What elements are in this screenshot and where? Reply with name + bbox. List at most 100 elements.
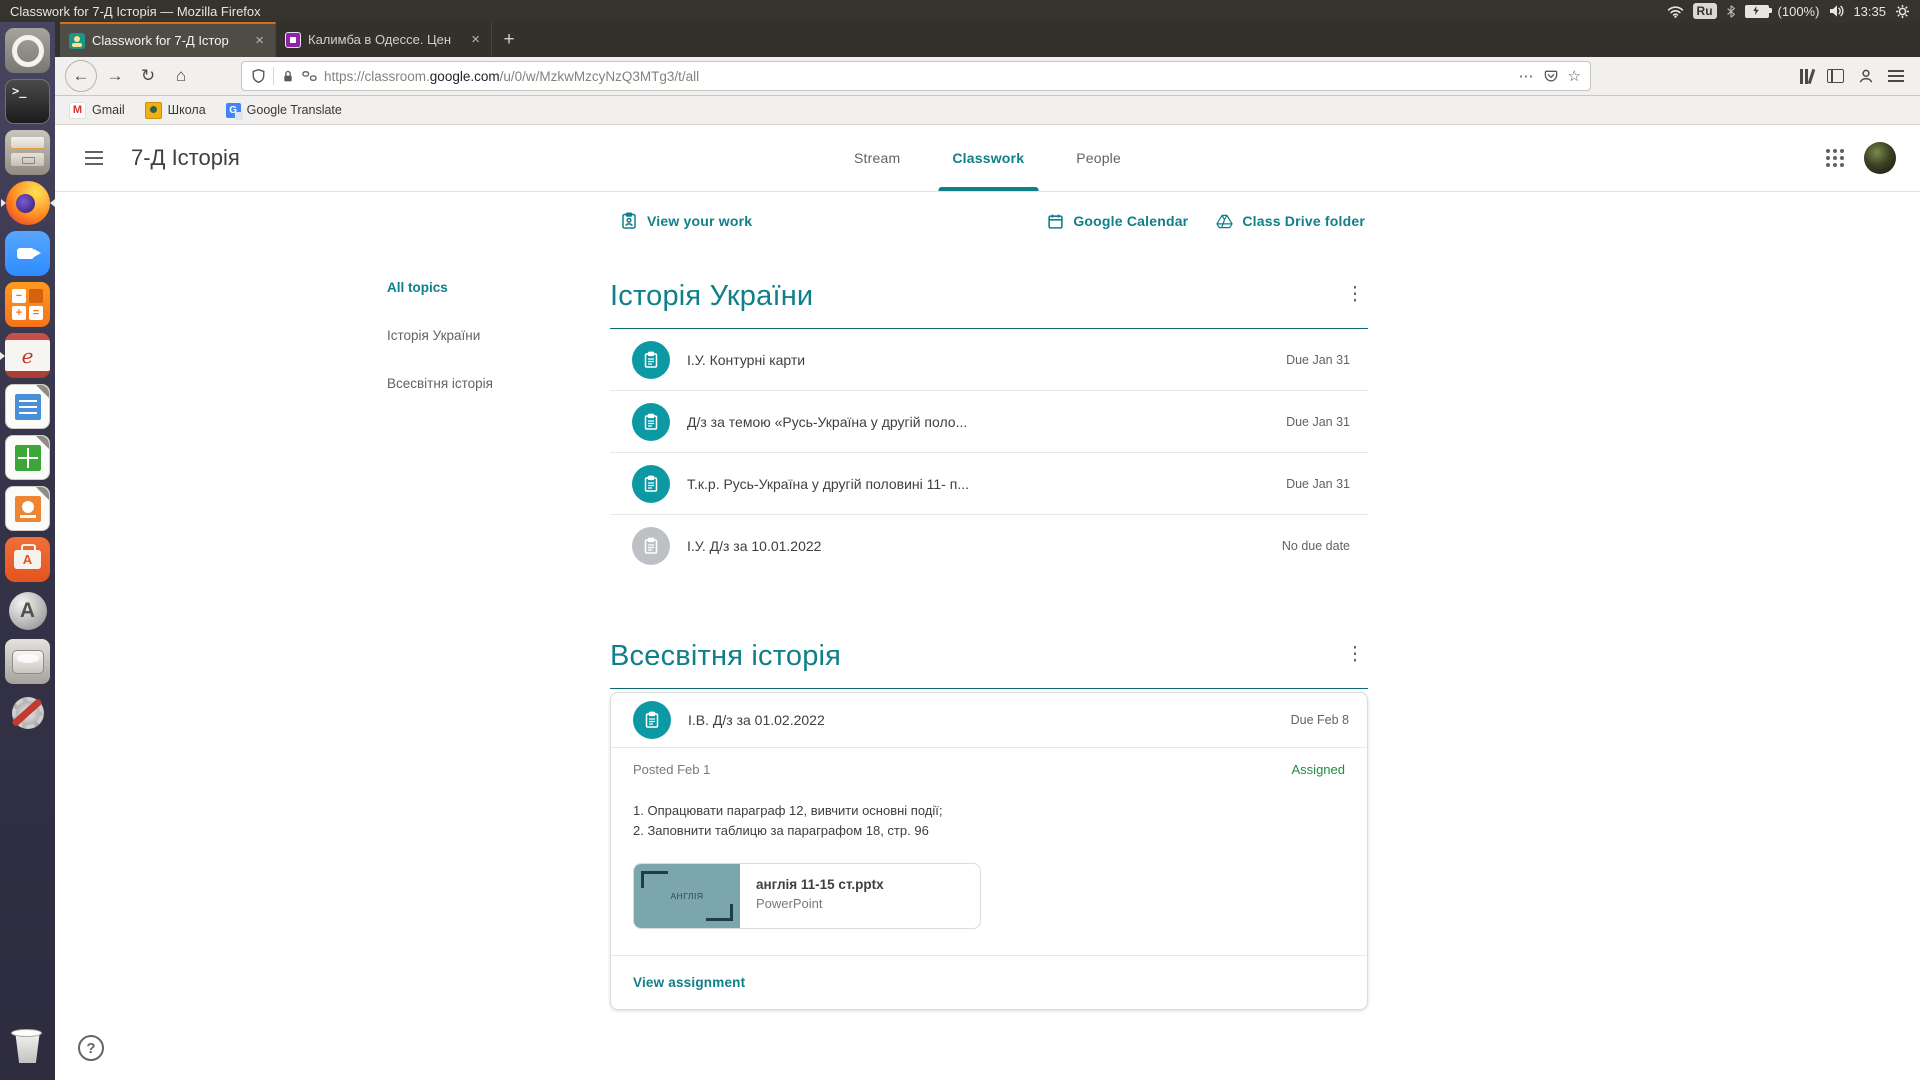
section-vsesvitnya-istoriya: Всесвітня історія ⋮ І.В. Д/з за 01.02.20… — [610, 624, 1368, 1010]
libreoffice-calc-icon[interactable] — [5, 435, 50, 480]
topic-vsesvitnya-istoriya[interactable]: Всесвітня історія — [387, 376, 493, 391]
google-apps-grid-icon[interactable] — [1826, 149, 1844, 167]
avatar[interactable] — [1864, 142, 1896, 174]
battery-icon — [1745, 5, 1769, 18]
keyboard-layout-indicator[interactable]: Ru — [1693, 3, 1717, 19]
firefox-icon[interactable] — [6, 181, 50, 225]
assignment-icon-muted — [632, 527, 670, 565]
classwork-actions-row: View your work Google Calendar Class Dri… — [620, 212, 1365, 230]
tab-title: Classwork for 7-Д Істор — [92, 33, 246, 48]
lock-icon[interactable] — [281, 69, 295, 84]
home-button[interactable]: ⌂ — [166, 61, 196, 91]
topic-all-topics[interactable]: All topics — [387, 280, 493, 295]
forward-button[interactable]: → — [100, 61, 130, 91]
session-gear-icon[interactable] — [1895, 4, 1910, 19]
classwork-body: View your work Google Calendar Class Dri… — [55, 192, 1920, 1080]
document-viewer-icon[interactable] — [5, 333, 50, 378]
classroom-nav-tabs: Stream Classwork People — [828, 125, 1147, 191]
url-text[interactable]: https://classroom.google.com/u/0/w/MzkwM… — [324, 69, 1512, 84]
back-button[interactable]: ← — [65, 60, 97, 92]
trash-icon[interactable] — [5, 1027, 50, 1072]
due-date: Due Feb 8 — [1291, 713, 1349, 727]
due-date: Due Jan 31 — [1286, 415, 1350, 429]
section-header: Історія України ⋮ — [610, 264, 1368, 329]
url-bar[interactable]: https://classroom.google.com/u/0/w/MzkwM… — [241, 61, 1591, 91]
archive-manager-icon[interactable] — [5, 130, 50, 175]
zoom-app-icon[interactable] — [5, 231, 50, 276]
system-tools-icon[interactable] — [5, 690, 50, 735]
tab-classwork[interactable]: Classwork — [926, 125, 1050, 191]
tab-people[interactable]: People — [1050, 125, 1147, 191]
page-actions-icon[interactable]: ⋯ — [1519, 67, 1534, 85]
bookmark-gmail[interactable]: Gmail — [69, 102, 125, 119]
attachment-type: PowerPoint — [756, 896, 884, 911]
assignment-card-footer: View assignment — [611, 955, 1367, 1009]
assignment-icon — [632, 403, 670, 441]
section-menu-kebab-icon[interactable]: ⋮ — [1342, 643, 1368, 670]
reload-button[interactable]: ↻ — [133, 61, 163, 91]
disks-utility-icon[interactable] — [5, 639, 50, 684]
tracking-protection-shield-icon[interactable] — [251, 68, 266, 84]
assignment-row[interactable]: Д/з за темою «Русь-Україна у другій поло… — [610, 390, 1368, 452]
assignment-icon — [632, 341, 670, 379]
volume-icon[interactable] — [1828, 4, 1844, 18]
topic-istoriya-ukrainy[interactable]: Історія України — [387, 328, 493, 343]
expanded-assignment-card: І.В. Д/з за 01.02.2022 Due Feb 8 Posted … — [610, 692, 1368, 1010]
account-icon[interactable] — [1858, 68, 1874, 84]
google-calendar-link[interactable]: Google Calendar — [1047, 213, 1188, 230]
ubuntu-software-icon[interactable] — [5, 537, 50, 582]
tab-stream[interactable]: Stream — [828, 125, 926, 191]
browser-tab-classwork[interactable]: Classwork for 7-Д Істор × — [60, 22, 276, 57]
view-assignment-link[interactable]: View assignment — [633, 975, 745, 990]
attachment-info: англія 11-15 ст.pptx PowerPoint — [740, 864, 900, 928]
view-your-work-link[interactable]: View your work — [620, 212, 752, 230]
toolbar-right-buttons — [1800, 68, 1910, 84]
pocket-icon[interactable] — [1544, 70, 1558, 83]
help-button[interactable]: ? — [78, 1035, 104, 1061]
page-action-buttons: ⋯ ☆ — [1519, 67, 1581, 85]
battery-percent: (100%) — [1778, 4, 1820, 19]
section-istoriya-ukrainy: Історія України ⋮ І.У. Контурні карти Du… — [610, 264, 1368, 576]
new-tab-button[interactable]: + — [492, 22, 526, 57]
bookmark-star-icon[interactable]: ☆ — [1568, 67, 1581, 85]
libreoffice-writer-icon[interactable] — [5, 384, 50, 429]
tab-bar: Classwork for 7-Д Істор × Калимба в Одес… — [55, 22, 1920, 57]
terminal-icon[interactable] — [5, 79, 50, 124]
assignment-row[interactable]: І.У. Д/з за 10.01.2022 No due date — [610, 514, 1368, 576]
ubuntu-launcher-icon[interactable] — [5, 28, 50, 73]
app-emblem-icon[interactable] — [5, 588, 50, 633]
attachment-card[interactable]: АНГЛІЯ англія 11-15 ст.pptx PowerPoint — [633, 863, 981, 929]
sidebar-toggle-icon[interactable] — [1827, 69, 1844, 83]
app-menu-icon[interactable] — [1888, 70, 1904, 82]
clock[interactable]: 13:35 — [1853, 4, 1886, 19]
close-tab-icon[interactable]: × — [253, 32, 266, 49]
posted-date: Posted Feb 1 — [633, 762, 710, 777]
calculator-icon[interactable] — [5, 282, 50, 327]
close-tab-icon[interactable]: × — [469, 31, 482, 48]
bookmark-google-translate[interactable]: Google Translate — [226, 103, 342, 118]
bookmarks-toolbar: Gmail Школа Google Translate — [55, 96, 1920, 125]
classroom-page: 7-Д Історія Stream Classwork People View… — [55, 125, 1920, 1080]
school-favicon — [145, 102, 162, 119]
libreoffice-impress-icon[interactable] — [5, 486, 50, 531]
assignment-icon — [633, 701, 671, 739]
class-name: 7-Д Історія — [131, 145, 240, 171]
bookmark-school[interactable]: Школа — [145, 102, 206, 119]
attachment-name: англія 11-15 ст.pptx — [756, 877, 884, 892]
status-badge: Assigned — [1292, 762, 1345, 777]
permissions-icon[interactable] — [302, 70, 317, 82]
section-title: Історія України — [610, 280, 813, 313]
bluetooth-icon[interactable] — [1726, 4, 1736, 19]
assignment-meta-row: Posted Feb 1 Assigned — [611, 748, 1367, 791]
assignment-row[interactable]: І.У. Контурні карти Due Jan 31 — [610, 329, 1368, 390]
assignment-row[interactable]: Т.к.р. Русь-Україна у другій половині 11… — [610, 452, 1368, 514]
class-drive-folder-link[interactable]: Class Drive folder — [1216, 213, 1365, 230]
library-icon[interactable] — [1800, 69, 1813, 84]
main-menu-icon[interactable] — [81, 147, 107, 169]
wifi-icon[interactable] — [1667, 5, 1684, 18]
browser-tab-kalimba[interactable]: Калимба в Одессе. Цен × — [276, 22, 492, 57]
classroom-favicon — [69, 33, 85, 49]
assignment-summary-row[interactable]: І.В. Д/з за 01.02.2022 Due Feb 8 — [611, 693, 1367, 747]
kalimba-favicon — [285, 32, 301, 48]
section-menu-kebab-icon[interactable]: ⋮ — [1342, 283, 1368, 310]
